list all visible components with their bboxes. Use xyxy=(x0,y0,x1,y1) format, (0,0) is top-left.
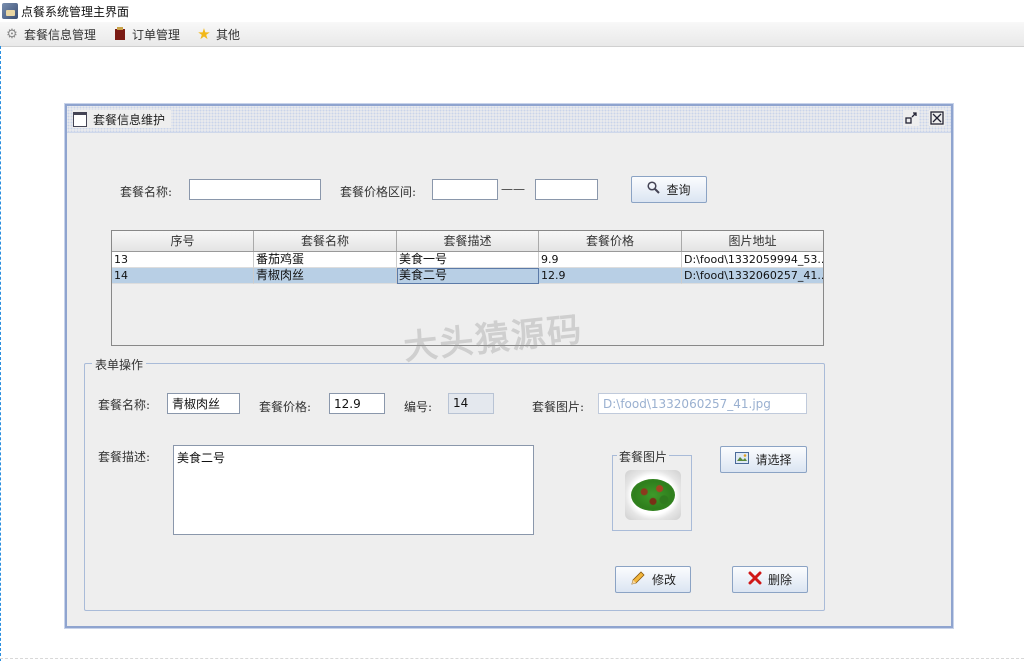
modify-button-label: 修改 xyxy=(651,573,676,587)
query-button[interactable]: 查询 xyxy=(631,176,707,203)
menu-item-meal-info[interactable]: ⚙ 套餐信息管理 xyxy=(4,26,96,43)
form-desc-label: 套餐描述: xyxy=(98,450,151,464)
form-price-label: 套餐价格: xyxy=(259,400,312,414)
search-name-label: 套餐名称: xyxy=(120,185,173,199)
price-range-dash: —— xyxy=(501,182,525,196)
column-header[interactable]: 套餐描述 xyxy=(397,231,539,251)
price-min-input[interactable] xyxy=(432,179,498,200)
column-header[interactable]: 图片地址 xyxy=(682,231,823,251)
table-cell[interactable]: 美食一号 xyxy=(397,252,539,268)
table-cell[interactable]: 14 xyxy=(112,268,254,284)
restore-icon[interactable] xyxy=(903,110,919,126)
delete-icon xyxy=(748,571,762,589)
form-image-label: 套餐图片: xyxy=(532,400,585,414)
frame-title-text: 套餐信息维护 xyxy=(93,112,166,127)
form-desc-textarea[interactable]: 美食二号 xyxy=(173,445,534,535)
menu-item-label: 套餐信息管理 xyxy=(24,27,97,42)
app-icon xyxy=(2,3,18,19)
table-cell-focused[interactable]: 美食二号 xyxy=(397,268,539,284)
image-preview-box: 套餐图片 xyxy=(612,448,692,531)
menu-item-orders[interactable]: 订单管理 xyxy=(112,26,180,43)
meal-image xyxy=(625,470,681,520)
choose-image-button[interactable]: 请选择 xyxy=(720,446,807,473)
delete-button-label: 删除 xyxy=(767,573,792,587)
image-icon xyxy=(735,451,750,468)
table-header: 序号 套餐名称 套餐描述 套餐价格 图片地址 xyxy=(112,231,823,252)
menu-bar: ⚙ 套餐信息管理 订单管理 ★ 其他 xyxy=(0,22,1024,47)
frame-titlebar[interactable]: 套餐信息维护 xyxy=(67,106,951,133)
order-icon xyxy=(112,26,128,42)
delete-button[interactable]: 删除 xyxy=(732,566,808,593)
gear-icon: ⚙ xyxy=(6,26,18,42)
search-name-input[interactable] xyxy=(189,179,321,200)
menu-item-label: 其他 xyxy=(216,27,241,42)
pencil-icon xyxy=(630,570,646,590)
modify-button[interactable]: 修改 xyxy=(615,566,691,593)
menu-item-label: 订单管理 xyxy=(132,27,181,42)
table-cell[interactable]: D:\food\1332060257_41... xyxy=(682,268,823,284)
meal-table[interactable]: 序号 套餐名称 套餐描述 套餐价格 图片地址 13 番茄鸡蛋 美食一号 9.9 … xyxy=(111,230,824,346)
star-icon: ★ xyxy=(197,25,211,43)
table-cell[interactable]: D:\food\1332059994_53... xyxy=(682,252,823,268)
column-header[interactable]: 套餐价格 xyxy=(539,231,682,251)
table-row-selected[interactable]: 14 青椒肉丝 美食二号 12.9 D:\food\1332060257_41.… xyxy=(112,268,823,284)
desktop-border-bottom xyxy=(0,658,1024,659)
window-icon xyxy=(73,111,87,127)
table-row[interactable]: 13 番茄鸡蛋 美食一号 9.9 D:\food\1332059994_53..… xyxy=(112,252,823,268)
desktop-border xyxy=(0,46,1,661)
price-max-input[interactable] xyxy=(535,179,598,200)
table-cell[interactable]: 番茄鸡蛋 xyxy=(254,252,397,268)
menu-item-other[interactable]: ★ 其他 xyxy=(196,25,241,43)
table-cell[interactable]: 13 xyxy=(112,252,254,268)
form-id-label: 编号: xyxy=(404,400,433,414)
search-price-label: 套餐价格区间: xyxy=(340,185,417,199)
image-path-field xyxy=(598,393,807,414)
meal-maintenance-frame: 套餐信息维护 套餐名称: 套餐价格区间: —— 查询 序号 套餐名称 套餐描述 … xyxy=(65,104,953,628)
window-titlebar: 点餐系统管理主界面 xyxy=(0,0,380,23)
form-name-label: 套餐名称: xyxy=(98,398,151,412)
form-name-input[interactable] xyxy=(167,393,240,414)
table-cell[interactable]: 9.9 xyxy=(539,252,682,268)
column-header[interactable]: 套餐名称 xyxy=(254,231,397,251)
table-cell[interactable]: 12.9 xyxy=(539,268,682,284)
close-icon[interactable] xyxy=(929,110,945,126)
frame-title: 套餐信息维护 xyxy=(73,110,172,128)
search-icon xyxy=(647,181,661,198)
form-price-input[interactable] xyxy=(329,393,385,414)
form-group-title: 表单操作 xyxy=(92,356,147,373)
window-title: 点餐系统管理主界面 xyxy=(21,4,130,19)
query-button-label: 查询 xyxy=(666,183,691,197)
choose-button-label: 请选择 xyxy=(755,453,792,467)
table-cell[interactable]: 青椒肉丝 xyxy=(254,268,397,284)
form-id-field: 14 xyxy=(448,393,494,414)
image-box-title: 套餐图片 xyxy=(617,448,670,465)
column-header[interactable]: 序号 xyxy=(112,231,254,251)
